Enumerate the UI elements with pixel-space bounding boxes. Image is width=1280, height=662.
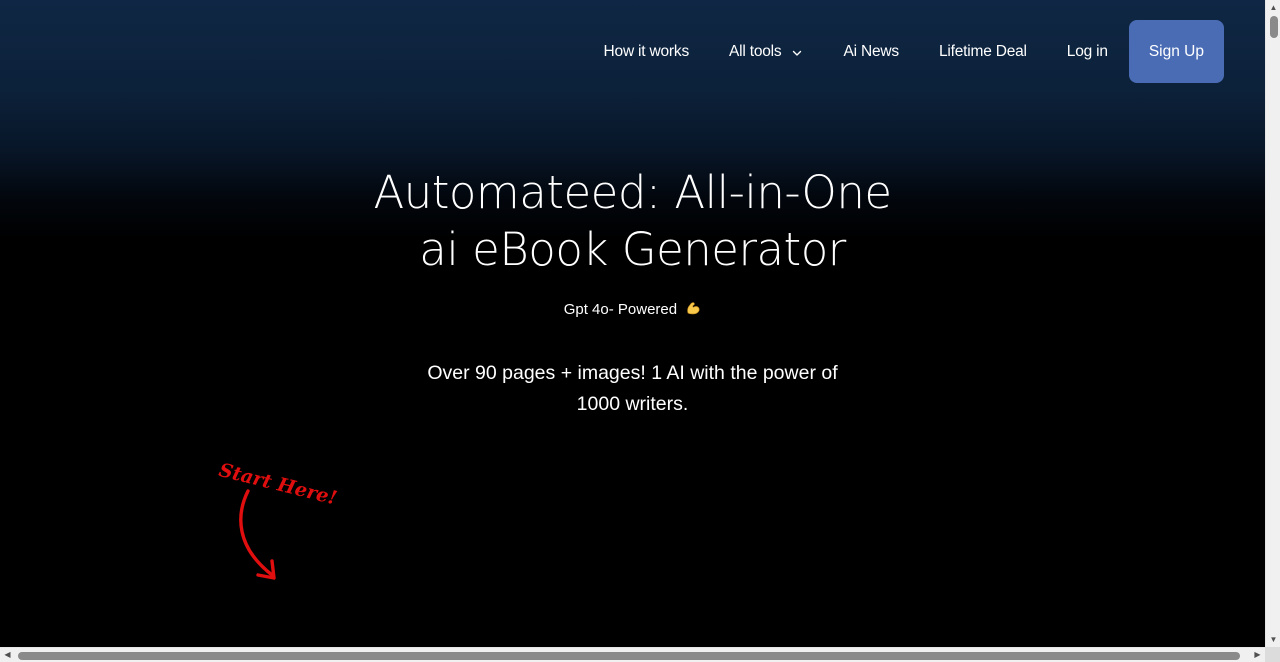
hero-tagline: Over 90 pages + images! 1 AI with the po…	[0, 358, 1265, 420]
hero-title: Automateed: All-in-One ai eBook Generato…	[0, 164, 1265, 278]
scroll-left-arrow-icon[interactable]: ◀	[3, 650, 12, 660]
vertical-scrollbar[interactable]: ▲ ▼	[1265, 0, 1280, 647]
sign-up-button[interactable]: Sign Up	[1128, 20, 1224, 83]
curved-arrow-down-icon	[228, 485, 298, 595]
nav-log-in-label: Log in	[1066, 42, 1108, 60]
vertical-scroll-thumb[interactable]	[1270, 16, 1278, 38]
page-viewport: How it works All tools Ai News Lifetime …	[0, 0, 1265, 647]
scroll-right-arrow-icon[interactable]: ▶	[1253, 650, 1262, 660]
nav-lifetime-deal-label: Lifetime Deal	[938, 42, 1027, 60]
nav-all-tools-dropdown[interactable]: All tools	[709, 20, 823, 83]
scroll-up-arrow-icon[interactable]: ▲	[1269, 3, 1278, 12]
horizontal-scroll-thumb[interactable]	[18, 652, 1240, 660]
main-nav: How it works All tools Ai News Lifetime …	[584, 20, 1224, 83]
hero-tagline-line-2: 1000 writers.	[576, 393, 689, 415]
scrollbar-corner	[1265, 647, 1280, 662]
nav-log-in[interactable]: Log in	[1047, 20, 1128, 83]
hero-title-line-2: ai eBook Generator	[419, 223, 846, 276]
scroll-down-arrow-icon[interactable]: ▼	[1269, 635, 1278, 644]
hero-title-line-1: Automateed: All-in-One	[373, 166, 892, 219]
hero-tagline-line-1: Over 90 pages + images! 1 AI with the po…	[427, 362, 838, 384]
nav-ai-news-label: Ai News	[843, 42, 899, 60]
sign-up-label: Sign Up	[1148, 42, 1204, 60]
nav-lifetime-deal[interactable]: Lifetime Deal	[919, 20, 1047, 83]
powered-by-badge: Gpt 4o- Powered	[0, 300, 1265, 320]
chevron-down-icon	[791, 46, 803, 58]
flexed-biceps-icon	[685, 300, 701, 320]
nav-how-it-works-label: How it works	[603, 42, 690, 60]
nav-all-tools-label: All tools	[729, 42, 782, 60]
horizontal-scrollbar[interactable]: ◀ ▶	[0, 647, 1265, 662]
nav-how-it-works[interactable]: How it works	[584, 20, 709, 83]
powered-by-text: Gpt 4o- Powered	[563, 301, 678, 318]
nav-ai-news[interactable]: Ai News	[823, 20, 918, 83]
start-here-callout: Start Here!	[217, 455, 339, 590]
